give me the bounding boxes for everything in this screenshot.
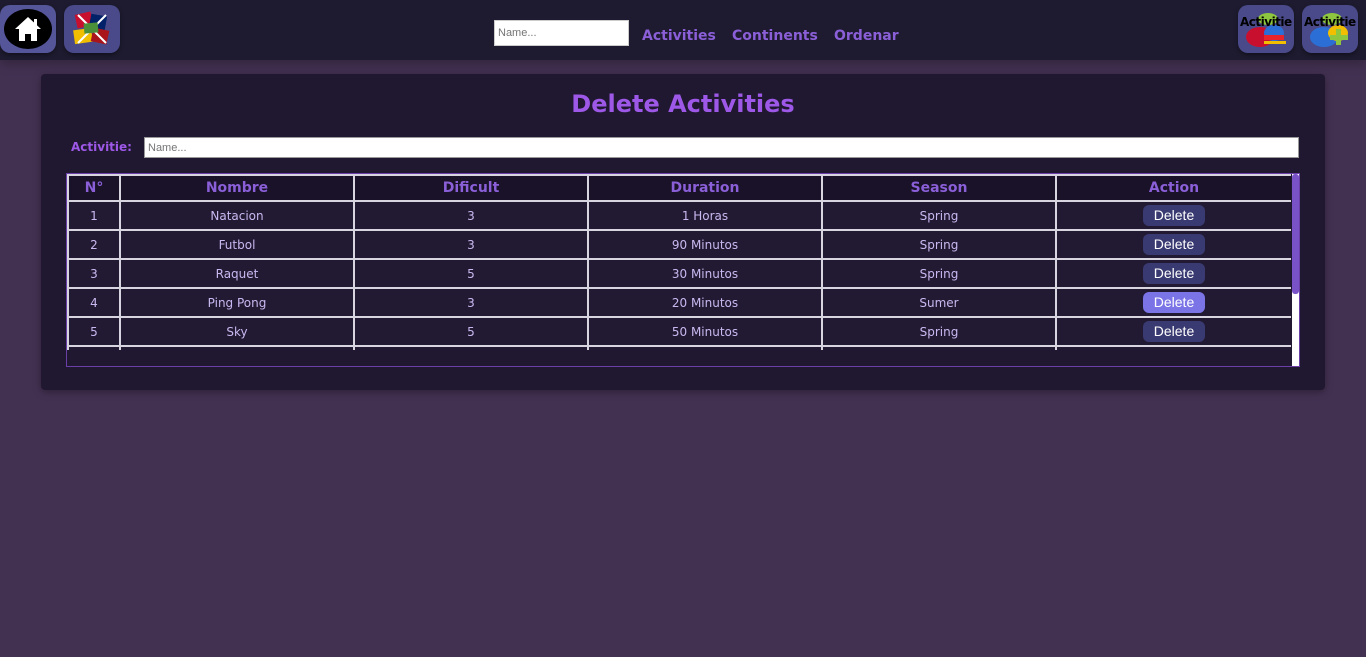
header-duration: Duration [587,174,823,202]
cell-number: 3 [67,258,121,289]
activity-delete-icon [1246,13,1286,47]
cell-duration: 20 Minutos [587,287,823,318]
table-row: 3 Raquet 5 30 Minutos Spring Delete [67,258,1291,289]
activities-table: N° Nombre Dificult Duration Season Actio… [67,174,1291,350]
page-title: Delete Activities [571,90,795,118]
delete-button[interactable]: Delete [1143,234,1205,255]
delete-button[interactable]: Delete [1143,321,1205,342]
cell-season: Spring [821,316,1057,347]
delete-button[interactable]: Delete [1143,263,1205,284]
table-row [67,345,1291,350]
cell-season: Spring [821,229,1057,260]
nav-search-input[interactable] [494,20,629,46]
cell-nombre: Raquet [119,258,355,289]
table-row: 1 Natacion 3 1 Horas Spring Delete [67,200,1291,231]
delete-button[interactable]: Delete [1143,205,1205,226]
delete-activities-panel: Delete Activities Activitie: N° Nombre D… [41,74,1325,390]
home-icon [4,9,52,49]
cell-number: 4 [67,287,121,318]
cell-season: Sumer [821,287,1057,318]
activity-add-icon [1310,13,1348,47]
table-row: 2 Futbol 3 90 Minutos Spring Delete [67,229,1291,260]
cell-season: Spring [821,258,1057,289]
header-number: N° [67,174,121,202]
activity-button-label: Activitie [1304,15,1356,29]
header-dificult: Dificult [353,174,589,202]
header-nombre: Nombre [119,174,355,202]
cell-number [67,345,121,350]
cell-duration: 1 Horas [587,200,823,231]
cell-dificult: 5 [353,316,589,347]
delete-activity-button[interactable]: Activitie [1238,5,1294,53]
cell-action [1055,345,1291,350]
cell-duration: 30 Minutos [587,258,823,289]
cell-nombre: Natacion [119,200,355,231]
cell-nombre: Futbol [119,229,355,260]
cell-duration: 90 Minutos [587,229,823,260]
cell-action: Delete [1055,287,1291,318]
nav-link-activities[interactable]: Activities [642,26,716,46]
add-activity-button[interactable]: Activitie [1302,5,1358,53]
table-scroll-area: N° Nombre Dificult Duration Season Actio… [67,174,1291,350]
cell-season [821,345,1057,350]
scrollbar-thumb[interactable] [1292,174,1299,294]
top-navbar: Activities Continents Ordenar Activitie … [0,0,1366,60]
header-season: Season [821,174,1057,202]
cell-action: Delete [1055,200,1291,231]
header-action: Action [1055,174,1291,202]
cell-dificult: 5 [353,258,589,289]
cell-nombre: Sky [119,316,355,347]
nav-link-continents[interactable]: Continents [732,26,818,46]
cell-duration [587,345,823,350]
cell-dificult [353,345,589,350]
delete-button[interactable]: Delete [1143,292,1205,313]
language-button[interactable] [64,5,120,53]
table-row: 5 Sky 5 50 Minutos Spring Delete [67,316,1291,347]
cell-season: Spring [821,200,1057,231]
filter-label: Activitie: [71,140,132,154]
cell-action: Delete [1055,229,1291,260]
cell-number: 1 [67,200,121,231]
cell-number: 2 [67,229,121,260]
home-button[interactable] [0,5,56,53]
cell-action: Delete [1055,316,1291,347]
table-scrollbar[interactable] [1292,174,1299,366]
activity-filter-input[interactable] [144,137,1299,158]
cell-nombre [119,345,355,350]
cell-number: 5 [67,316,121,347]
cell-duration: 50 Minutos [587,316,823,347]
flags-icon [73,11,110,45]
cell-action: Delete [1055,258,1291,289]
cell-dificult: 3 [353,200,589,231]
nav-link-ordenar[interactable]: Ordenar [834,26,899,46]
table-header-row: N° Nombre Dificult Duration Season Actio… [67,174,1291,202]
cell-dificult: 3 [353,287,589,318]
cell-dificult: 3 [353,229,589,260]
table-row: 4 Ping Pong 3 20 Minutos Sumer Delete [67,287,1291,318]
cell-nombre: Ping Pong [119,287,355,318]
activity-button-label: Activitie [1240,15,1292,29]
activities-table-container[interactable]: N° Nombre Dificult Duration Season Actio… [66,173,1300,367]
